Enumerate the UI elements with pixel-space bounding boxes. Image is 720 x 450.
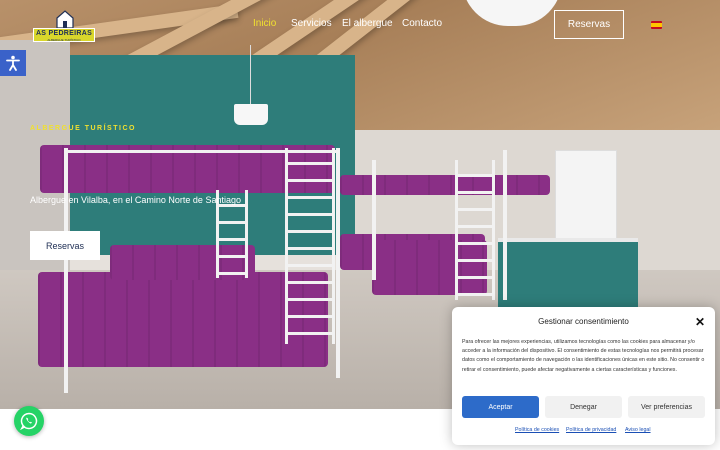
- privacy-policy-link[interactable]: Política de privacidad: [566, 427, 616, 433]
- bunk-post: [372, 160, 376, 280]
- bunk-ladder: [285, 148, 335, 344]
- legal-notice-link[interactable]: Aviso legal: [625, 427, 651, 433]
- bunk-post: [503, 150, 507, 300]
- view-preferences-button[interactable]: Ver preferencias: [628, 396, 705, 418]
- deny-button[interactable]: Denegar: [545, 396, 622, 418]
- cookie-policy-link[interactable]: Política de cookies: [515, 427, 559, 433]
- nav-item-inicio[interactable]: Inicio: [253, 18, 276, 29]
- locker: [555, 150, 617, 242]
- cookie-links: Política de cookies Política de privacid…: [452, 427, 715, 437]
- accept-button[interactable]: Aceptar: [462, 396, 539, 418]
- lamp-cord: [250, 45, 251, 105]
- cookie-consent-dialog: Gestionar consentimiento ✕ Para ofrecer …: [452, 307, 715, 445]
- teal-partition: [498, 238, 638, 318]
- es-flag-icon[interactable]: [651, 21, 662, 29]
- nav-item-el-albergue[interactable]: El albergue: [342, 18, 393, 29]
- house-logo-icon: [56, 10, 74, 28]
- close-icon[interactable]: ✕: [694, 316, 706, 328]
- bunk-ladder: [455, 160, 495, 300]
- logo-tagline: ALBERGUE TURÍSTICO: [47, 38, 81, 42]
- cookie-body: Para ofrecer las mejores experiencias, u…: [462, 339, 705, 373]
- pendant-lamp-icon: [234, 104, 268, 125]
- logo-name: AS PEDREIRAS: [35, 30, 93, 37]
- bunk-post: [64, 148, 68, 393]
- site-logo[interactable]: AS PEDREIRAS ALBERGUE TURÍSTICO: [33, 8, 95, 42]
- whatsapp-button[interactable]: [14, 406, 44, 436]
- accessibility-button[interactable]: [0, 50, 26, 76]
- hero-subtitle: Albergue en Vilalba, en el Camino Norte …: [30, 195, 241, 205]
- cookie-title: Gestionar consentimiento: [538, 317, 629, 326]
- hero-kicker: ALBERGUE TURÍSTICO: [30, 125, 136, 132]
- accessibility-icon: [6, 55, 20, 71]
- whatsapp-icon: [20, 412, 38, 430]
- header-reservas-button[interactable]: Reservas: [554, 10, 624, 39]
- site-header: AS PEDREIRAS ALBERGUE TURÍSTICO Inicio S…: [0, 0, 720, 50]
- logo-plate: AS PEDREIRAS ALBERGUE TURÍSTICO: [33, 28, 95, 42]
- hero-reservas-button[interactable]: Reservas: [30, 231, 100, 260]
- nav-item-servicios[interactable]: Servicios: [291, 18, 332, 29]
- nav-item-contacto[interactable]: Contacto: [402, 18, 442, 29]
